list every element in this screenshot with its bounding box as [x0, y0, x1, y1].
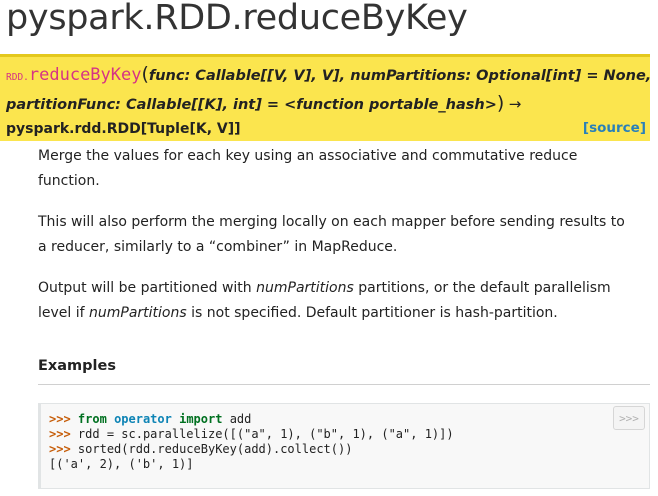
- code-text: sorted(rdd.reduceByKey(add).collect()): [77, 442, 353, 456]
- return-arrow-icon: →: [508, 95, 522, 113]
- code-example: >>> from operator import add >>> rdd = s…: [38, 403, 650, 489]
- code-text: rdd = sc.parallelize([("a", 1), ("b", 1)…: [77, 427, 454, 441]
- code-prompt: >>>: [49, 412, 71, 426]
- signature-line-3: pyspark.rdd.RDD[Tuple[K, V]]: [6, 120, 241, 138]
- page-title: pyspark.RDD.reduceByKey: [6, 0, 468, 38]
- code-prompt: >>>: [49, 442, 71, 456]
- param-reference: numPartitions: [89, 305, 187, 321]
- code-module: operator: [114, 412, 172, 426]
- description-paragraph-1: Merge the values for each key using an a…: [38, 148, 578, 189]
- close-paren: ): [496, 92, 505, 114]
- source-link[interactable]: [source]: [583, 120, 646, 136]
- signature-block: RDD.reduceByKey(func: Callable[[V, V], V…: [0, 54, 651, 141]
- param-reference: numPartitions: [256, 280, 354, 296]
- description-paragraph-3: Output will be partitioned with numParti…: [38, 276, 628, 326]
- function-name: reduceByKey: [28, 65, 142, 85]
- code-keyword: import: [179, 412, 223, 426]
- code-prompt: >>>: [49, 427, 71, 441]
- open-paren: (: [141, 63, 149, 85]
- signature-line-2: partitionFunc: Callable[[K], int] = <fun…: [6, 92, 521, 114]
- desc-text: Output will be partitioned with: [38, 280, 257, 296]
- desc-text: is not specified. Default partitioner is…: [186, 305, 558, 321]
- signature-params-line-2: partitionFunc: Callable[[K], int] = <fun…: [6, 97, 497, 113]
- section-divider: [38, 384, 650, 385]
- code-output: [('a', 2), ('b', 1)]: [49, 457, 194, 471]
- copy-button[interactable]: >>>: [613, 406, 645, 430]
- code-text: add: [229, 412, 252, 426]
- description-paragraph-2: This will also perform the merging local…: [38, 214, 625, 255]
- return-type: pyspark.rdd.RDD[Tuple[K, V]]: [6, 121, 241, 137]
- code-keyword: from: [77, 412, 107, 426]
- signature-line-1: RDD.reduceByKey(func: Callable[[V, V], V…: [6, 63, 651, 85]
- examples-heading: Examples: [38, 358, 116, 374]
- signature-prefix: RDD.: [6, 72, 29, 83]
- code-block: >>> from operator import add >>> rdd = s…: [49, 412, 454, 472]
- signature-params-line-1: func: Callable[[V, V], V], numPartitions…: [148, 68, 652, 84]
